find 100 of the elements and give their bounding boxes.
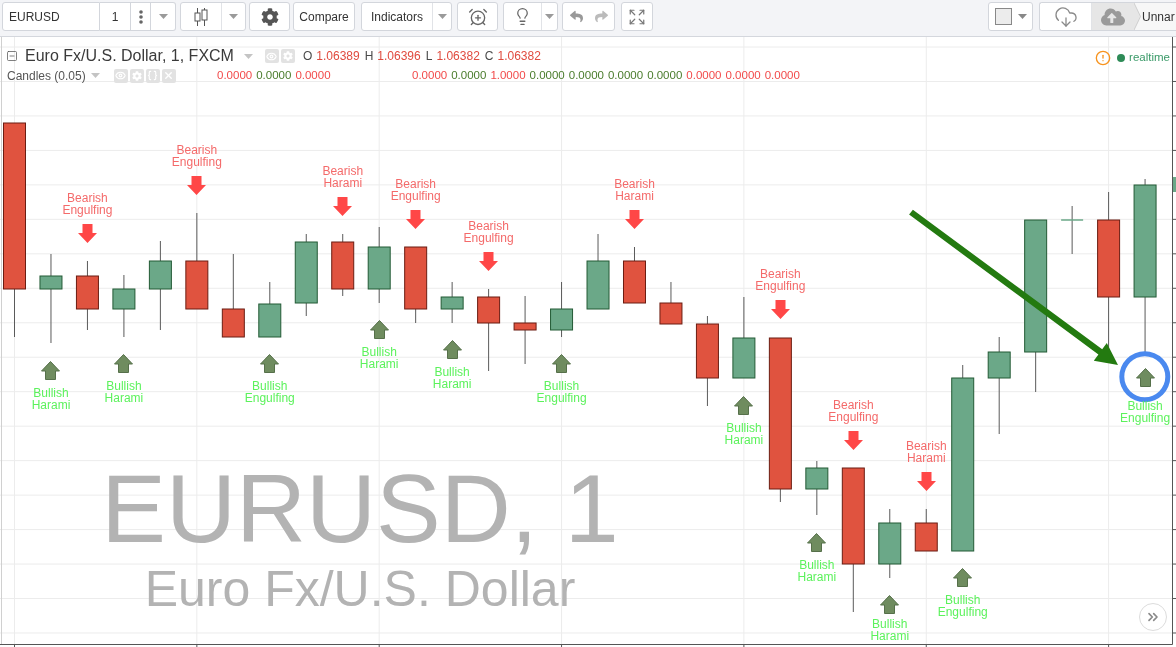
indicator-value: 0.0000 <box>256 67 292 83</box>
indicator-value: 0.0000 <box>764 67 800 83</box>
ohlc-label: L <box>425 48 433 65</box>
candlestick <box>1060 205 1084 255</box>
indicator-value: 0.0000 <box>607 67 644 83</box>
down-arrow-icon <box>479 252 499 271</box>
candlestick <box>878 508 902 579</box>
up-arrow-icon <box>442 340 462 359</box>
caret-down-icon <box>545 14 554 19</box>
up-arrow-icon <box>114 354 134 373</box>
collapse-icon[interactable] <box>6 50 18 62</box>
caret-down-icon <box>158 14 168 19</box>
realtime-status: realtime <box>1129 50 1170 65</box>
settings-icon <box>260 7 279 26</box>
indicator-value: 0.0000 <box>295 67 331 83</box>
undo-icon <box>569 10 583 23</box>
pattern-label: Bullish Harami <box>724 422 764 446</box>
ohlc-value: 1.06382 <box>436 48 480 65</box>
up-arrow-icon <box>1135 368 1155 387</box>
layout-button[interactable] <box>988 2 1033 31</box>
settings-button[interactable] <box>249 2 290 31</box>
compare-button[interactable]: Compare <box>293 2 355 31</box>
indicator-value: 1.0000 <box>490 67 526 83</box>
down-arrow-icon <box>916 472 936 491</box>
cloud-download-icon <box>1053 4 1078 29</box>
indicator-value: 0.0000 <box>412 67 448 83</box>
lightbulb-dropdown-button[interactable] <box>541 3 557 30</box>
pattern-label: Bearish Harami <box>905 440 947 464</box>
down-arrow-icon <box>187 176 207 195</box>
square-icon <box>994 8 1012 25</box>
interval-button[interactable]: 1 <box>100 2 131 31</box>
pattern-label: Bearish Engulfing <box>171 144 222 168</box>
indicator-value: 0.0000 <box>529 67 565 83</box>
up-arrow-icon <box>953 568 973 587</box>
indicator-value: 0.0000 <box>647 67 683 83</box>
dropdown-button[interactable] <box>151 2 176 31</box>
caret-down-icon <box>437 14 447 19</box>
candlestick <box>659 281 683 325</box>
pattern-label: Bullish Harami <box>31 387 71 411</box>
redo-icon <box>595 10 608 23</box>
chart-title: Euro Fx/U.S. Dollar, 1, FXCM <box>25 46 234 66</box>
price-marker <box>1173 177 1176 192</box>
pattern-label: Bullish Engulfing <box>244 380 295 404</box>
alert-button[interactable] <box>457 2 498 31</box>
candlestick <box>258 281 282 338</box>
pattern-label: Bullish Harami <box>359 346 399 370</box>
candlestick <box>112 274 136 338</box>
warning-icon[interactable] <box>1095 49 1112 66</box>
pattern-label: Bearish Engulfing <box>62 192 113 216</box>
more-button[interactable] <box>131 2 151 31</box>
candlestick <box>805 460 829 516</box>
symbol-field[interactable]: EURUSD <box>2 2 100 31</box>
up-arrow-icon <box>552 354 572 373</box>
down-arrow-icon <box>625 210 644 229</box>
indicator-value: 0.0000 <box>217 67 253 83</box>
pattern-label: Bearish Engulfing <box>828 399 879 423</box>
pattern-label: Bullish Engulfing <box>536 380 587 404</box>
symbol-watermark: EURUSD, 1 <box>101 460 619 557</box>
pattern-label: Bullish Harami <box>104 380 144 404</box>
candlestick-icon <box>194 6 208 27</box>
pattern-label: Bearish Engulfing <box>390 178 441 202</box>
candlestick <box>75 260 99 331</box>
candlestick <box>513 295 537 365</box>
indicator-value: 0.0000 <box>568 67 604 83</box>
ohlc-value: 1.06382 <box>497 48 541 65</box>
pattern-label: Bearish Harami <box>322 165 364 189</box>
candlestick <box>440 281 464 324</box>
candlestick <box>623 246 646 304</box>
caret-down-icon <box>243 53 253 59</box>
up-arrow-icon <box>734 396 754 415</box>
pattern-label: Bearish Engulfing <box>755 268 806 292</box>
up-arrow-icon <box>41 361 61 380</box>
pattern-label: Bearish Engulfing <box>463 220 514 244</box>
indicator-value: 0.0000 <box>725 67 761 83</box>
pattern-label: Bullish Harami <box>432 366 472 390</box>
fullscreen-button[interactable] <box>621 2 653 31</box>
fullscreen-icon <box>628 7 646 26</box>
description-watermark: Euro Fx/U.S. Dollar <box>144 564 576 614</box>
ohlc-label: O <box>302 48 313 65</box>
down-arrow-icon <box>406 210 426 229</box>
pattern-label: Bullish Engulfing <box>1120 400 1171 424</box>
caret-down-icon <box>90 73 100 78</box>
ohlc-label: H <box>364 48 374 65</box>
indicator-name: Candles (0.05) <box>7 67 86 85</box>
candlestick <box>550 281 574 338</box>
candlestick <box>914 508 938 552</box>
chevron-right-icon <box>1134 3 1141 30</box>
caret-down-icon <box>229 14 238 19</box>
down-arrow-icon <box>333 197 353 216</box>
candlestick <box>331 233 355 297</box>
indicator-value: 0.0000 <box>451 67 487 83</box>
up-arrow-icon <box>880 595 900 614</box>
ohlc-value: 1.06396 <box>377 48 421 65</box>
up-arrow-icon <box>807 533 827 552</box>
layout-name-button[interactable]: Unnar <box>1141 3 1176 30</box>
down-arrow-icon <box>770 300 790 319</box>
pattern-label: Bullish Harami <box>797 559 837 583</box>
down-arrow-icon <box>77 224 97 243</box>
scroll-forward-button[interactable] <box>1139 603 1167 631</box>
pattern-label: Bullish Harami <box>870 618 910 642</box>
